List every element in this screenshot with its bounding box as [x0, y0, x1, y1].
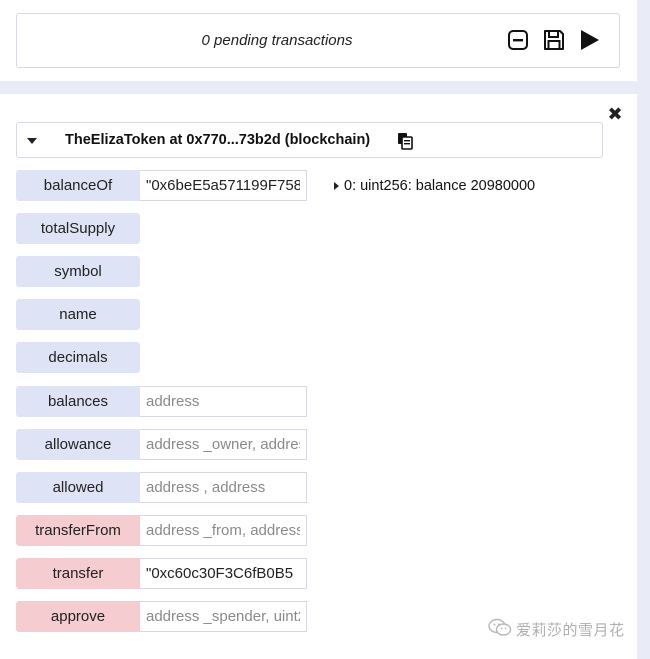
transferFrom-button[interactable]: transferFrom [16, 515, 140, 546]
collapse-caret-icon[interactable] [27, 138, 37, 144]
function-row-approve: approve [16, 601, 307, 632]
balanceOf-button[interactable]: balanceOf [16, 170, 140, 201]
decimals-button[interactable]: decimals [16, 342, 140, 373]
balances-input[interactable] [140, 386, 307, 417]
allowance-button[interactable]: allowance [16, 429, 140, 460]
function-row-totalSupply: totalSupply [16, 213, 140, 244]
allowance-input[interactable] [140, 429, 307, 460]
approve-input[interactable] [140, 601, 307, 632]
close-icon[interactable]: ✖ [606, 104, 624, 124]
pending-panel: 0 pending transactions [0, 0, 637, 81]
allowed-input[interactable] [140, 472, 307, 503]
totalSupply-button[interactable]: totalSupply [16, 213, 140, 244]
function-row-transfer: transfer [16, 558, 307, 589]
approve-button[interactable]: approve [16, 601, 140, 632]
play-icon[interactable] [577, 26, 603, 54]
right-edge-strip [637, 0, 650, 659]
expand-caret-icon[interactable] [334, 182, 339, 190]
balanceOf-input[interactable] [140, 170, 307, 201]
pending-transactions-box: 0 pending transactions [16, 13, 620, 68]
contract-header[interactable]: TheElizaToken at 0x770...73b2d (blockcha… [16, 122, 603, 158]
section-divider [0, 81, 637, 94]
pending-toolbar [505, 26, 603, 54]
function-row-balanceOf: balanceOf [16, 170, 307, 201]
wechat-logo-icon [488, 617, 512, 641]
allowed-button[interactable]: allowed [16, 472, 140, 503]
function-row-balances: balances [16, 386, 307, 417]
function-row-name: name [16, 299, 140, 330]
save-icon[interactable] [541, 26, 567, 54]
function-row-allowance: allowance [16, 429, 307, 460]
watermark-text: 爱莉莎的雪月花 [516, 621, 625, 639]
function-row-decimals: decimals [16, 342, 140, 373]
minus-square-icon[interactable] [505, 26, 531, 54]
name-button[interactable]: name [16, 299, 140, 330]
result-text: 0: uint256: balance 20980000 [344, 178, 536, 194]
watermark: 爱莉莎的雪月花 [488, 618, 625, 640]
transferFrom-input[interactable] [140, 515, 307, 546]
transfer-input[interactable] [140, 558, 307, 589]
function-row-allowed: allowed [16, 472, 307, 503]
transfer-button[interactable]: transfer [16, 558, 140, 589]
function-row-transferFrom: transferFrom [16, 515, 307, 546]
balances-button[interactable]: balances [16, 386, 140, 417]
symbol-button[interactable]: symbol [16, 256, 140, 287]
pending-transactions-text: 0 pending transactions [201, 32, 353, 49]
copy-icon[interactable] [397, 132, 413, 155]
balanceOf-result: 0: uint256: balance 20980000 [334, 176, 535, 196]
function-row-symbol: symbol [16, 256, 140, 287]
contract-title: TheElizaToken at 0x770...73b2d (blockcha… [65, 132, 371, 148]
